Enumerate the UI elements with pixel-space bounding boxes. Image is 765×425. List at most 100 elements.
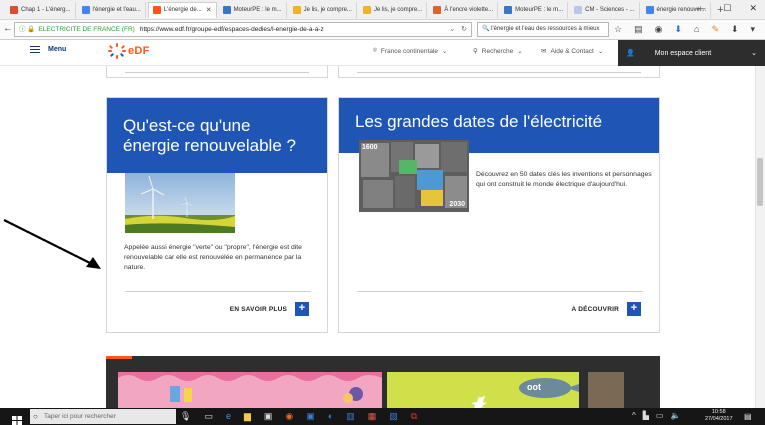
window-controls: — ☐ ✕ [696, 3, 757, 14]
clock[interactable]: 10:58 27/04/2017 [705, 409, 733, 423]
pink-illustration [118, 372, 382, 408]
close-icon[interactable]: ✕ [749, 3, 757, 14]
tab-favicon-icon [362, 5, 371, 14]
windows-taskbar: ○ Taper ici pour rechercher 🎙 ▭ e ▆ ▣ ◉ … [0, 408, 765, 425]
star-icon[interactable]: ☆ [614, 24, 622, 35]
tab-label: À l'encre violette... [444, 6, 494, 13]
browser-tool-icons: ☆ ▤ ◉ ⬇ ⌂ ✎ ⬇ ▾ ≡ [614, 24, 765, 35]
app-icon[interactable]: ▦ [368, 411, 377, 422]
firefox-icon[interactable]: ◉ [285, 411, 293, 422]
location-pin-icon: ⌾ [373, 47, 377, 54]
volume-icon[interactable]: 🔈 [670, 411, 680, 420]
overflow-icon[interactable]: ▾ [751, 24, 756, 35]
minimize-icon[interactable]: — [696, 3, 705, 14]
card-description: Appelée aussi énergie "verte" ou "propre… [124, 244, 302, 272]
customer-space-button[interactable]: 👤 Mon espace client ⌄ [618, 40, 765, 66]
chevron-down-icon: ⌄ [597, 48, 604, 55]
tab-label: Je lis, je compre... [303, 6, 352, 13]
timeline-end-year: 2030 [449, 201, 465, 208]
card-header: Qu'est-ce qu'une énergie renouvelable ? [107, 98, 327, 173]
url-text: https://www.edf.fr/groupe-edf/espaces-de… [139, 26, 324, 33]
chevron-down-icon: ⌄ [442, 48, 448, 55]
maximize-icon[interactable]: ☐ [723, 3, 731, 14]
chevron-up-icon[interactable]: ^ [632, 411, 636, 420]
electricity-dates-card: Les grandes dates de l'électricité 1600 … [338, 97, 660, 333]
app-icon[interactable]: ◐ [328, 411, 333, 422]
home-icon[interactable]: ⌂ [694, 24, 699, 35]
microphone-icon[interactable]: 🎙 [180, 411, 191, 422]
annotation-arrow-icon [3, 219, 101, 269]
edf-sun-icon [108, 43, 126, 59]
battery-icon[interactable]: ▭ [656, 411, 664, 420]
browser-tab[interactable]: CM - Sciences - ... [570, 1, 640, 18]
chevron-down-icon: ⌄ [517, 48, 523, 55]
learn-more-button[interactable]: EN SAVOIR PLUS + [230, 302, 309, 316]
close-tab-icon[interactable]: ✕ [206, 6, 212, 14]
banner-accent [106, 356, 132, 359]
tab-label: MoteurPE : le m... [515, 6, 564, 13]
store-icon[interactable]: ▣ [264, 411, 273, 422]
tab-favicon-icon [222, 5, 231, 14]
task-view-icon[interactable]: ▭ [204, 411, 213, 422]
tab-label: l'énergie et l'eau... [92, 6, 141, 13]
tab-favicon-icon [292, 5, 301, 14]
browser-tab[interactable]: MoteurPE : le m... [219, 1, 287, 18]
tab-label: Chap 1 - L'énerg... [21, 6, 71, 13]
help-contact-button[interactable]: ✉ Aide & Contact ⌄ [541, 47, 604, 56]
windows-start-icon[interactable] [12, 412, 22, 425]
browser-tab[interactable]: L'énergie de... ✕ [147, 1, 217, 18]
browser-tab[interactable]: Je lis, je compre... [289, 1, 357, 18]
site-identity: ELECTRICITE DE FRANCE (FR) [38, 26, 135, 33]
card-description: Découvrez en 50 dates clés les invention… [476, 171, 652, 189]
app-icon[interactable]: ▣ [306, 411, 315, 422]
plus-icon: + [295, 302, 309, 316]
reload-icon[interactable]: ⌄ ↻ [449, 23, 467, 36]
taskbar-apps: 🎙 ▭ e ▆ ▣ ◉ ▣ ◐ ▥ ▦ ▧ ⧉ [180, 411, 417, 422]
notifications-icon[interactable]: ▤ [744, 412, 752, 421]
edge-icon[interactable]: e [226, 411, 231, 422]
site-search-button[interactable]: ⚲ Recherche ⌄ [473, 47, 523, 56]
download-icon[interactable]: ⬇ [674, 24, 682, 35]
pocket-icon[interactable]: ◉ [655, 24, 663, 35]
tab-label: MoteurPE : le m... [233, 6, 282, 13]
timeline-collage-image: 1600 2030 [359, 140, 469, 212]
tab-label: Je lis, je compre... [373, 6, 423, 13]
browser-tab[interactable]: l'énergie et l'eau... [78, 1, 146, 18]
tab-favicon-icon [433, 5, 442, 14]
download-icon[interactable]: ⬇ [731, 24, 739, 35]
browser-tab[interactable]: Chap 1 - L'énerg... [6, 1, 76, 18]
taskbar-search-input[interactable]: ○ Taper ici pour rechercher [30, 409, 176, 424]
clipboard-icon[interactable]: ▤ [634, 24, 643, 35]
menu-button[interactable]: Menu [30, 46, 66, 53]
browser-search-input[interactable]: 🔍 l'énergie et l'eau des ressources à mi… [477, 22, 609, 37]
app-icon[interactable]: ▧ [389, 411, 398, 422]
search-icon: 🔍 [482, 26, 490, 32]
tab-label: CM - Sciences - ... [585, 6, 635, 13]
browser-tab[interactable]: MoteurPE : le m... [500, 1, 569, 18]
rocket-label: oot [527, 382, 541, 392]
app-icon[interactable]: ▥ [346, 411, 355, 422]
yellow-illustration: oot [387, 372, 579, 408]
extension-icon[interactable]: ✎ [711, 24, 719, 35]
discover-button[interactable]: A DÉCOUVRIR + [572, 302, 641, 316]
tab-favicon-icon [152, 6, 161, 14]
brown-illustration [588, 372, 624, 408]
edf-logo[interactable]: eDF [108, 43, 150, 59]
search-icon: ⚲ [473, 48, 478, 55]
browser-tab[interactable]: À l'encre violette... [429, 1, 499, 18]
region-selector[interactable]: ⌾ France continentale ⌄ [373, 47, 447, 55]
card-title: Qu'est-ce qu'une énergie renouvelable ? [123, 116, 296, 155]
back-arrow-icon[interactable]: ← [3, 23, 13, 34]
browser-tab[interactable]: Je lis, je compre... [359, 1, 428, 18]
system-tray: ^ ▙ ▭ 🔈 [632, 411, 680, 420]
browser-tab-strip: Chap 1 - L'énerg... l'énergie et l'eau...… [0, 0, 765, 20]
pdf-icon[interactable]: ⧉ [411, 411, 417, 422]
file-explorer-icon[interactable]: ▆ [244, 411, 251, 422]
network-icon[interactable]: ▙ [643, 411, 649, 420]
scrollbar-thumb[interactable] [757, 158, 763, 206]
card-divider [357, 291, 643, 292]
tab-favicon-icon [645, 5, 654, 14]
previous-card-edge [106, 66, 328, 78]
page-scrollbar[interactable] [755, 66, 765, 408]
address-bar[interactable]: ⓘ 🔒 ELECTRICITE DE FRANCE (FR) https://w… [14, 22, 472, 37]
